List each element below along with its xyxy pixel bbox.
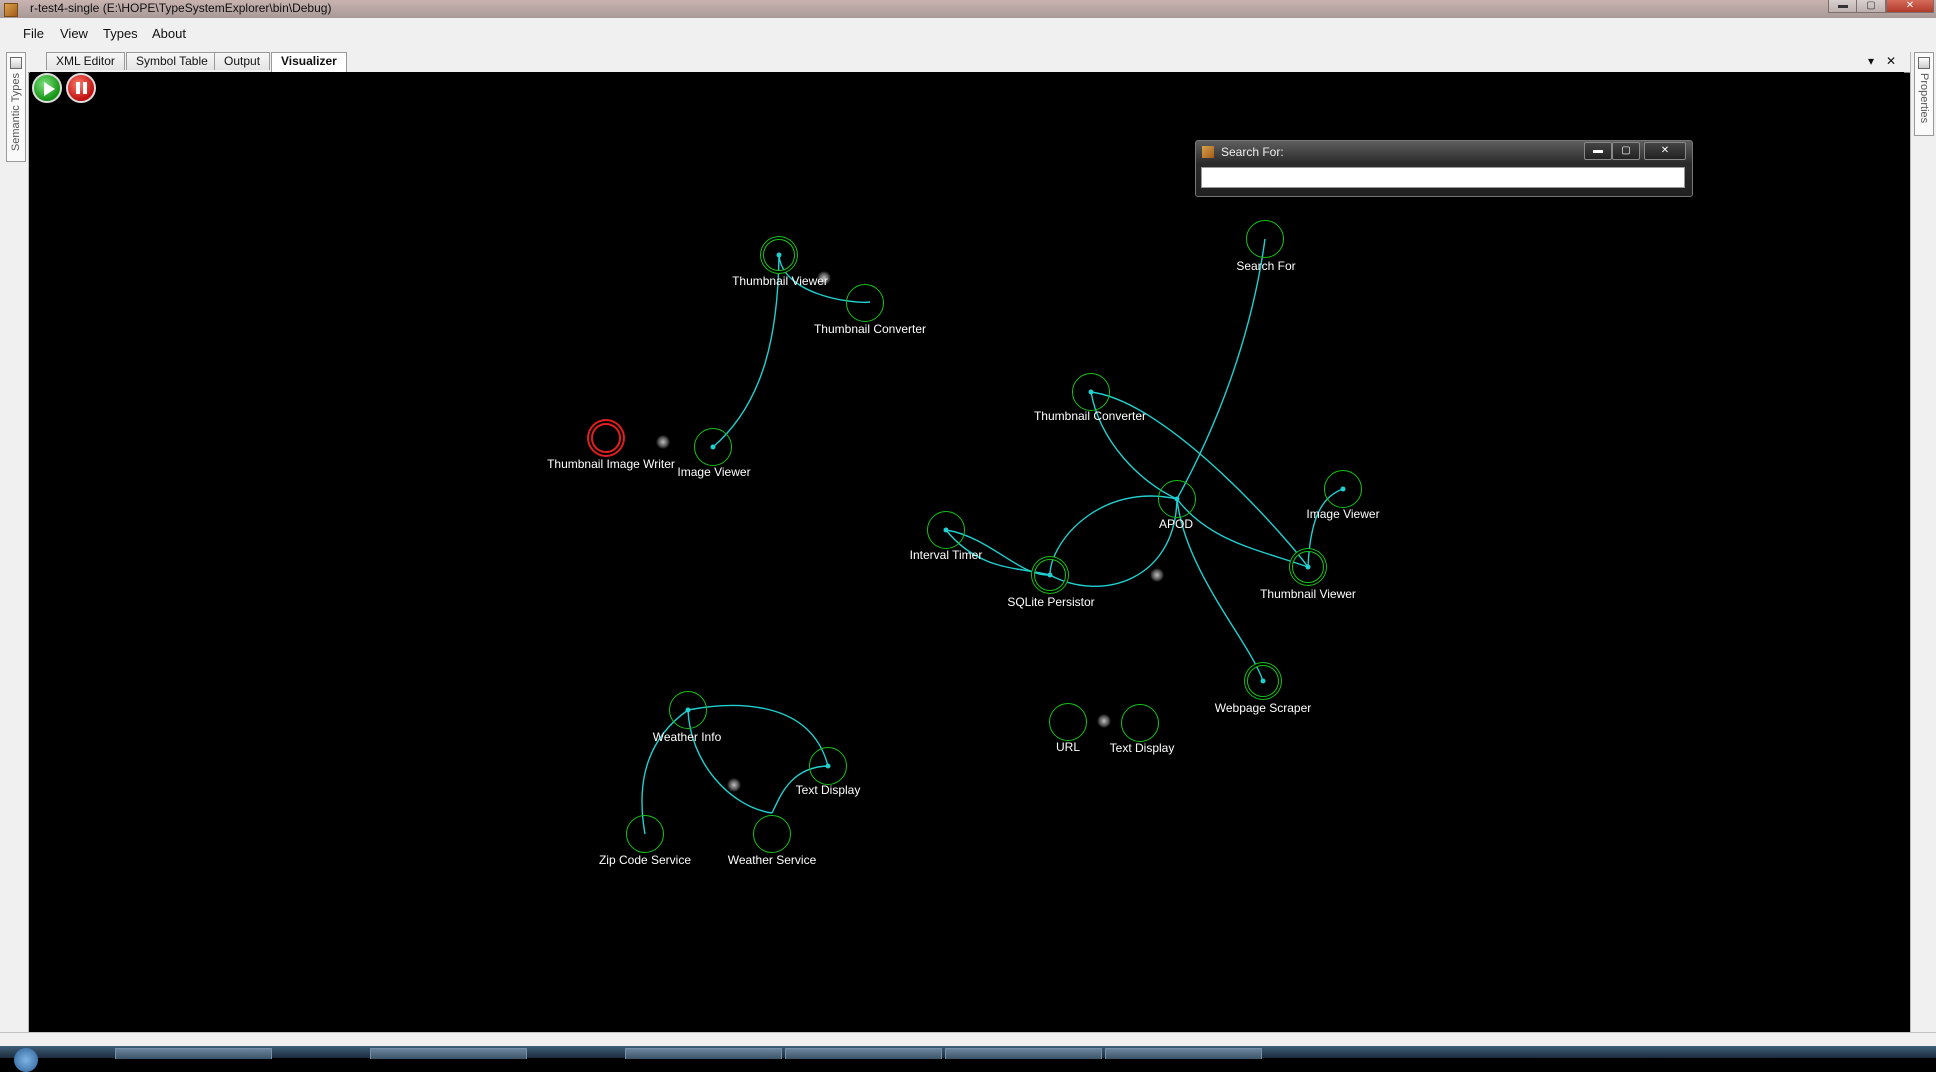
- start-button-icon[interactable]: [14, 1048, 38, 1072]
- node-label: URL: [1055, 740, 1081, 754]
- properties-panel-tab[interactable]: Properties: [1914, 52, 1934, 136]
- menu-bar: File View Types About: [0, 18, 1936, 52]
- node-label: Weather Service: [727, 853, 817, 867]
- node-webpage-scraper[interactable]: [1247, 665, 1279, 697]
- search-window-title: Search For:: [1221, 145, 1284, 159]
- node-label: Zip Code Service: [598, 853, 692, 867]
- node-weather-info[interactable]: [669, 691, 707, 729]
- taskbar-button[interactable]: [115, 1048, 272, 1059]
- node-label: Thumbnail Viewer: [1260, 587, 1356, 601]
- semantic-types-panel-tab[interactable]: Semantic Types: [6, 52, 26, 162]
- menu-types[interactable]: Types: [103, 26, 138, 41]
- node-label: Search For: [1236, 259, 1296, 273]
- node-thumbnail-viewer[interactable]: [763, 239, 795, 271]
- minimize-button[interactable]: ▬: [1828, 0, 1858, 13]
- node-label: Thumbnail Converter: [1033, 409, 1147, 423]
- node-label: Image Viewer: [677, 465, 751, 479]
- node-label: Thumbnail Converter: [813, 322, 927, 336]
- tab-visualizer[interactable]: Visualizer: [271, 52, 347, 72]
- taskbar-button[interactable]: [1105, 1048, 1262, 1059]
- node-thumbnail-viewer[interactable]: [1292, 551, 1324, 583]
- menu-view[interactable]: View: [60, 26, 88, 41]
- node-url[interactable]: [1049, 703, 1087, 741]
- app-icon: [4, 3, 18, 17]
- panel-icon: [10, 57, 22, 69]
- status-bar: [0, 1032, 1936, 1047]
- node-interval-timer[interactable]: [927, 511, 965, 549]
- properties-label: Properties: [1918, 73, 1930, 124]
- node-label: Weather Info: [652, 730, 722, 744]
- node-label: Thumbnail Image Writer: [547, 457, 675, 471]
- menu-about[interactable]: About: [152, 26, 186, 41]
- search-input[interactable]: [1201, 167, 1685, 188]
- maximize-button[interactable]: ▢: [1856, 0, 1886, 13]
- link: [687, 709, 773, 814]
- search-minimize-button[interactable]: ▬: [1584, 142, 1612, 160]
- node-label: Text Display: [1109, 741, 1175, 755]
- window-titlebar: r-test4-single (E:\HOPE\TypeSystemExplor…: [0, 0, 1936, 19]
- search-close-button[interactable]: ✕: [1644, 142, 1686, 160]
- node-sqlite-persistor[interactable]: [1034, 559, 1066, 591]
- tab-close-icon[interactable]: ✕: [1886, 54, 1896, 68]
- tab-xml-editor[interactable]: XML Editor: [46, 52, 125, 70]
- taskbar-button[interactable]: [625, 1048, 782, 1059]
- visualizer-canvas[interactable]: Thumbnail Viewer Thumbnail Converter Thu…: [30, 72, 1904, 1027]
- close-window-button[interactable]: ✕: [1886, 0, 1934, 13]
- semantic-types-label: Semantic Types: [10, 73, 22, 152]
- document-tabs: XML Editor Symbol Table Output Visualize…: [28, 52, 1910, 73]
- node-weather-service[interactable]: [753, 815, 791, 853]
- node-label: Image Viewer: [1306, 507, 1380, 521]
- taskbar-button[interactable]: [785, 1048, 942, 1059]
- node-text-display[interactable]: [1121, 704, 1159, 742]
- node-image-viewer[interactable]: [694, 428, 732, 466]
- taskbar: [0, 1046, 1936, 1072]
- node-search-for[interactable]: [1246, 220, 1284, 258]
- link: [1049, 495, 1178, 576]
- window-title: r-test4-single (E:\HOPE\TypeSystemExplor…: [30, 1, 332, 15]
- node-zip-code-service[interactable]: [626, 815, 664, 853]
- search-maximize-button[interactable]: ▢: [1612, 142, 1640, 160]
- node-thumbnail-image-writer[interactable]: [591, 423, 621, 453]
- node-label: Interval Timer: [909, 548, 983, 562]
- node-label: APOD: [1158, 517, 1194, 531]
- link: [1176, 238, 1266, 500]
- left-dock-rail: Semantic Types: [0, 52, 29, 1032]
- search-for-window[interactable]: Search For: ▬ ▢ ✕: [1195, 140, 1693, 197]
- tab-dropdown-icon[interactable]: ▾: [1868, 54, 1874, 68]
- link: [1049, 498, 1178, 587]
- node-label: Webpage Scraper: [1214, 701, 1312, 715]
- node-apod[interactable]: [1158, 480, 1196, 518]
- node-image-viewer[interactable]: [1324, 470, 1362, 508]
- link: [1176, 498, 1309, 568]
- taskbar-button[interactable]: [945, 1048, 1102, 1059]
- panel-icon: [1918, 57, 1930, 69]
- taskbar-button[interactable]: [370, 1048, 527, 1059]
- node-thumbnail-converter[interactable]: [846, 284, 884, 322]
- window-icon: [1202, 146, 1214, 158]
- tab-output[interactable]: Output: [214, 52, 271, 70]
- node-label: Thumbnail Viewer: [732, 274, 828, 288]
- node-label: SQLite Persistor: [1007, 595, 1095, 609]
- menu-file[interactable]: File: [23, 26, 44, 41]
- node-label: Text Display: [795, 783, 861, 797]
- node-thumbnail-converter[interactable]: [1072, 373, 1110, 411]
- node-text-display[interactable]: [809, 747, 847, 785]
- tab-symbol-table[interactable]: Symbol Table: [126, 52, 218, 70]
- right-dock-rail: Properties: [1910, 52, 1936, 1032]
